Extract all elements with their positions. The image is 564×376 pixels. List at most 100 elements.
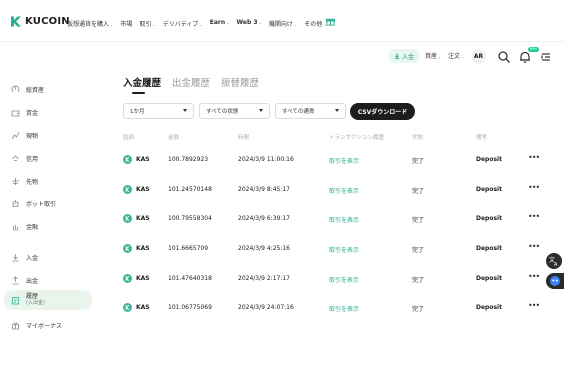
active-tab-indicator xyxy=(132,92,145,94)
csv-download-button[interactable]: CSVダウンロード xyxy=(350,103,415,120)
orders-menu[interactable]: 注文⌄ xyxy=(448,51,464,60)
logo-text: KUCOIN xyxy=(25,16,70,27)
coin-symbol: KAS xyxy=(136,245,150,252)
svg-text:A: A xyxy=(554,262,558,268)
nav-item-label: その他 xyxy=(304,21,323,28)
sidebar-item-icon xyxy=(11,110,20,116)
status-select[interactable]: すべての状態 xyxy=(199,103,270,119)
more-icon[interactable]: ••• xyxy=(528,243,540,251)
chatbot-icon xyxy=(550,276,560,286)
chevron-down-icon: ⌄ xyxy=(226,20,230,25)
nav-item[interactable]: 取引⌄ xyxy=(139,19,155,28)
caret-down-icon xyxy=(335,109,339,112)
status: 完了 xyxy=(412,217,425,224)
kas-coin-icon xyxy=(123,274,132,283)
nav-item[interactable]: デリバティブ⌄ xyxy=(163,19,203,28)
assets-menu[interactable]: 資産⌄ xyxy=(425,51,441,60)
search-icon[interactable] xyxy=(497,50,511,64)
nav-item[interactable]: その他⌄ xyxy=(304,19,326,28)
sidebar: 総資産 資金 現物 信用 先物 ボット取引 金融 入金 出金 履歴 (入出金) マイボーナス xyxy=(0,42,97,376)
more-icon[interactable]: ••• xyxy=(528,273,540,281)
sidebar-item[interactable]: マイボーナス xyxy=(4,316,92,334)
view-transaction-link[interactable]: 取引を表示 xyxy=(329,215,359,224)
more-icon[interactable]: ••• xyxy=(528,184,540,192)
amount: 101.06775069 xyxy=(168,304,212,311)
coin-symbol: KAS xyxy=(136,275,150,282)
view-transaction-link[interactable]: 取引を表示 xyxy=(329,245,359,254)
deposit-button[interactable]: 入金 xyxy=(388,49,420,63)
more-icon[interactable]: ••• xyxy=(528,154,540,162)
coin-symbol: KAS xyxy=(136,304,150,311)
page: KUCOIN 仮想通貨を購入⌄ 市場 取引⌄ デリバティブ⌄ Earn⌄ Web 3⌄ 機関… xyxy=(0,0,564,376)
nav-item-label: 市場 xyxy=(120,21,133,28)
more-icon[interactable]: ••• xyxy=(528,213,540,221)
nav-item-label: 仮想通貨を購入 xyxy=(67,21,110,28)
amount: 101.24570148 xyxy=(168,186,212,193)
note: Deposit xyxy=(476,156,502,163)
status: 完了 xyxy=(412,306,425,313)
chevron-down-icon: ⌄ xyxy=(293,22,298,27)
sidebar-item[interactable]: 総資産 xyxy=(4,80,92,98)
view-transaction-link[interactable]: 取引を表示 xyxy=(329,186,359,195)
bell-icon[interactable] xyxy=(518,50,532,64)
view-transaction-link[interactable]: 取引を表示 xyxy=(329,156,359,165)
period-value: 1か月 xyxy=(130,109,145,115)
nav-item[interactable]: 機関向け⌄ xyxy=(269,19,297,28)
nav-item[interactable]: 市場 xyxy=(120,19,132,28)
note: Deposit xyxy=(476,186,502,193)
sidebar-item-icon xyxy=(11,85,20,92)
period-select[interactable]: 1か月 xyxy=(123,103,194,119)
top-bar: KUCOIN 仮想通貨を購入⌄ 市場 取引⌄ デリバティブ⌄ Earn⌄ Web 3⌄ 機関… xyxy=(0,0,564,42)
view-transaction-link[interactable]: 取引を表示 xyxy=(329,275,359,284)
deposit-label: 入金 xyxy=(401,53,414,61)
column-header-time: 時間 xyxy=(238,135,250,141)
view-transaction-link[interactable]: 取引を表示 xyxy=(329,304,359,313)
more-icon[interactable]: ••• xyxy=(528,302,540,310)
status: 完了 xyxy=(412,188,425,195)
table-header: 銘柄 金額 時間 トランザクション履歴 状態 備考 xyxy=(0,133,564,141)
chat-widget[interactable] xyxy=(546,273,564,289)
time: 2024/3/9 24:07:16 xyxy=(238,304,294,311)
sidebar-item-icon xyxy=(12,321,19,329)
chevron-down-icon: ⌄ xyxy=(199,22,203,27)
table-row: KAS 101.47640318 2024/3/9 2:17:17 取引を表示 完了 De… xyxy=(0,271,564,287)
tab[interactable]: 出金履歴 xyxy=(172,75,210,89)
note: Deposit xyxy=(476,245,502,252)
table-row: KAS 100.7892923 2024/3/9 11:00:16 取引を表示 完了 De… xyxy=(0,152,564,168)
sidebar-item-label: マイボーナス xyxy=(26,322,63,330)
currency-select[interactable]: すべての通貨 xyxy=(275,103,346,119)
tab[interactable]: 入金履歴 xyxy=(123,75,161,89)
table-row: KAS 101.6665709 2024/3/9 4:25:16 取引を表示 完了 Dep… xyxy=(0,241,564,257)
menu-icon[interactable] xyxy=(539,50,553,64)
sidebar-item[interactable]: 資金 xyxy=(4,103,92,121)
chevron-down-icon: ⌄ xyxy=(461,54,465,59)
coin-symbol: KAS xyxy=(136,215,150,222)
coin-symbol: KAS xyxy=(136,156,150,163)
nav-item[interactable]: Web 3⌄ xyxy=(237,19,262,28)
status: 完了 xyxy=(412,247,425,254)
tab[interactable]: 振替履歴 xyxy=(221,75,259,89)
amount: 101.6665709 xyxy=(168,245,209,252)
chevron-down-icon: ⌄ xyxy=(152,22,156,27)
nav-item[interactable]: Earn⌄ xyxy=(210,19,230,28)
caret-down-icon xyxy=(259,109,263,112)
amount: 100.7892923 xyxy=(168,156,209,163)
kas-coin-icon xyxy=(123,155,132,164)
avatar[interactable]: AR xyxy=(471,49,486,64)
nav-item[interactable]: 仮想通貨を購入⌄ xyxy=(67,19,113,28)
nav-item-label: 取引 xyxy=(139,21,152,28)
time: 2024/3/9 4:25:16 xyxy=(238,245,290,252)
translate-icon: 文 A xyxy=(549,256,558,268)
gift-icon[interactable] xyxy=(326,17,335,26)
kas-coin-icon xyxy=(123,303,132,312)
nav-item-label: デリバティブ xyxy=(162,21,199,28)
currency-value: すべての通貨 xyxy=(282,109,315,115)
amount: 101.47640318 xyxy=(168,275,212,282)
kucoin-logo-icon xyxy=(11,16,21,27)
sidebar-item-label: 総資産 xyxy=(26,86,45,94)
coin-symbol: KAS xyxy=(136,186,150,193)
kucoin-logo[interactable]: KUCOIN xyxy=(10,16,70,27)
table-row: KAS 101.24570148 2024/3/9 8:45:17 取引を表示 完了 De… xyxy=(0,182,564,198)
translate-widget[interactable]: 文 A xyxy=(546,253,562,269)
column-header-coin: 銘柄 xyxy=(123,135,135,141)
